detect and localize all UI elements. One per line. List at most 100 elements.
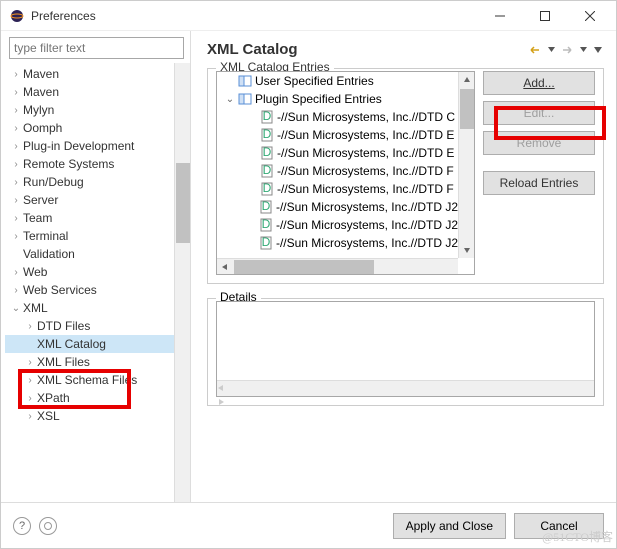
details-hscroll[interactable]	[217, 380, 594, 396]
expand-icon[interactable]: ›	[9, 159, 23, 170]
expand-icon[interactable]: ›	[9, 231, 23, 242]
tree-item-label: XPath	[37, 391, 70, 405]
tree-item[interactable]: ›XML Schema Files	[5, 371, 188, 389]
tree-item[interactable]: Validation	[5, 245, 188, 263]
preference-tree[interactable]: ›Maven›Maven›Mylyn›Oomph›Plug-in Develop…	[5, 65, 188, 498]
entry-row[interactable]: D -//Sun Microsystems, Inc.//DTD J2	[217, 234, 458, 252]
tree-item[interactable]: ›XSL	[5, 407, 188, 425]
expand-icon[interactable]: ›	[23, 357, 37, 368]
apply-close-button[interactable]: Apply and Close	[393, 513, 506, 539]
expand-icon[interactable]: ›	[23, 321, 37, 332]
expand-icon[interactable]: ›	[9, 195, 23, 206]
footer: ? Apply and Close Cancel	[1, 502, 616, 548]
dtd-icon: D	[259, 218, 274, 232]
expand-icon[interactable]: ›	[23, 375, 37, 386]
help-icon[interactable]: ?	[13, 517, 31, 535]
entry-row[interactable]: D -//Sun Microsystems, Inc.//DTD E	[217, 144, 458, 162]
expand-icon[interactable]: ›	[9, 105, 23, 116]
forward-icon[interactable]	[560, 43, 574, 57]
close-button[interactable]	[567, 1, 612, 30]
maximize-button[interactable]	[522, 1, 567, 30]
tree-item[interactable]: ›DTD Files	[5, 317, 188, 335]
entry-row[interactable]: D-//Sun Microsystems, Inc.//DTD J2	[217, 198, 458, 216]
catalog-icon	[237, 74, 253, 88]
tree-item[interactable]: ›Terminal	[5, 227, 188, 245]
back-menu-icon[interactable]	[544, 43, 558, 57]
import-export-icon[interactable]	[39, 517, 57, 535]
dtd-icon: D	[259, 146, 275, 160]
svg-text:D: D	[263, 164, 272, 177]
entry-row[interactable]: D-//Sun Microsystems, Inc.//DTD J2	[217, 216, 458, 234]
title-bar: Preferences	[1, 1, 616, 31]
collapse-icon[interactable]: ⌄	[223, 94, 237, 105]
filter-input[interactable]	[9, 37, 184, 59]
entry-label: -//Sun Microsystems, Inc.//DTD C	[277, 110, 455, 124]
expand-icon[interactable]: ›	[9, 69, 23, 80]
tree-item-label: Remote Systems	[23, 157, 114, 171]
entry-label: -//Sun Microsystems, Inc.//DTD J2	[276, 236, 458, 250]
tree-item[interactable]: ›Web Services	[5, 281, 188, 299]
entry-row[interactable]: D-//Sun Microsystems, Inc.//DTD F	[217, 162, 458, 180]
tree-item[interactable]: ›Mylyn	[5, 101, 188, 119]
expand-icon[interactable]: ›	[9, 141, 23, 152]
tree-item-label: Team	[23, 211, 52, 225]
tree-item[interactable]: ›XML Files	[5, 353, 188, 371]
tree-item[interactable]: ›Plug-in Development	[5, 137, 188, 155]
tree-item[interactable]: ⌄XML	[5, 299, 188, 317]
entry-row[interactable]: D-//Sun Microsystems, Inc.//DTD E	[217, 126, 458, 144]
add-button[interactable]: Add...	[483, 71, 595, 95]
content-panel: XML Catalog XML Catalog Entries User Spe…	[191, 31, 616, 502]
tree-item[interactable]: ›Remote Systems	[5, 155, 188, 173]
tree-item[interactable]: ›Maven	[5, 83, 188, 101]
entry-label: -//Sun Microsystems, Inc.//DTD J2	[276, 218, 458, 232]
tree-item-label: Mylyn	[23, 103, 54, 117]
svg-text:D: D	[262, 200, 271, 213]
entries-hscroll[interactable]	[217, 258, 458, 274]
svg-text:D: D	[262, 236, 271, 249]
entry-row[interactable]: User Specified Entries	[217, 72, 458, 90]
entries-list[interactable]: User Specified Entries ⌄Plugin Specified …	[216, 71, 475, 275]
tree-item[interactable]: ›XPath	[5, 389, 188, 407]
tree-item-label: Server	[23, 193, 58, 207]
expand-icon[interactable]: ›	[9, 87, 23, 98]
collapse-icon[interactable]: ⌄	[9, 303, 23, 314]
expand-icon[interactable]: ›	[23, 393, 37, 404]
svg-text:D: D	[263, 146, 272, 159]
reload-entries-button[interactable]: Reload Entries	[483, 171, 595, 195]
edit-button[interactable]: Edit...	[483, 101, 595, 125]
expand-icon[interactable]: ›	[9, 213, 23, 224]
entry-label: User Specified Entries	[255, 74, 374, 88]
tree-item[interactable]: ›Oomph	[5, 119, 188, 137]
forward-menu-icon[interactable]	[576, 43, 590, 57]
tree-item[interactable]: ›Run/Debug	[5, 173, 188, 191]
entry-row[interactable]: D -//Sun Microsystems, Inc.//DTD F	[217, 180, 458, 198]
eclipse-icon	[9, 8, 25, 24]
entry-row[interactable]: ⌄Plugin Specified Entries	[217, 90, 458, 108]
expand-icon[interactable]: ›	[9, 285, 23, 296]
cancel-button[interactable]: Cancel	[514, 513, 604, 539]
details-box	[216, 301, 595, 397]
expand-icon[interactable]: ›	[9, 177, 23, 188]
tree-item[interactable]: ›Maven	[5, 65, 188, 83]
expand-icon[interactable]: ›	[23, 411, 37, 422]
entries-vscroll[interactable]	[458, 72, 474, 258]
entry-label: -//Sun Microsystems, Inc.//DTD F	[277, 182, 454, 196]
entry-row[interactable]: D -//Sun Microsystems, Inc.//DTD C	[217, 108, 458, 126]
tree-item-label: Web Services	[23, 283, 97, 297]
tree-item-label: Run/Debug	[23, 175, 84, 189]
minimize-button[interactable]	[477, 1, 522, 30]
entry-label: -//Sun Microsystems, Inc.//DTD E	[277, 146, 454, 160]
nav-history	[528, 43, 604, 57]
tree-item[interactable]: ›Team	[5, 209, 188, 227]
back-icon[interactable]	[528, 43, 542, 57]
tree-item[interactable]: ›Web	[5, 263, 188, 281]
view-menu-icon[interactable]	[592, 43, 604, 57]
tree-item[interactable]: XML Catalog	[5, 335, 188, 353]
expand-icon[interactable]: ›	[9, 123, 23, 134]
tree-scrollbar[interactable]	[174, 63, 190, 502]
remove-button[interactable]: Remove	[483, 131, 595, 155]
tree-item[interactable]: ›Server	[5, 191, 188, 209]
expand-icon[interactable]: ›	[9, 267, 23, 278]
svg-text:D: D	[263, 182, 272, 195]
svg-text:D: D	[263, 110, 272, 123]
